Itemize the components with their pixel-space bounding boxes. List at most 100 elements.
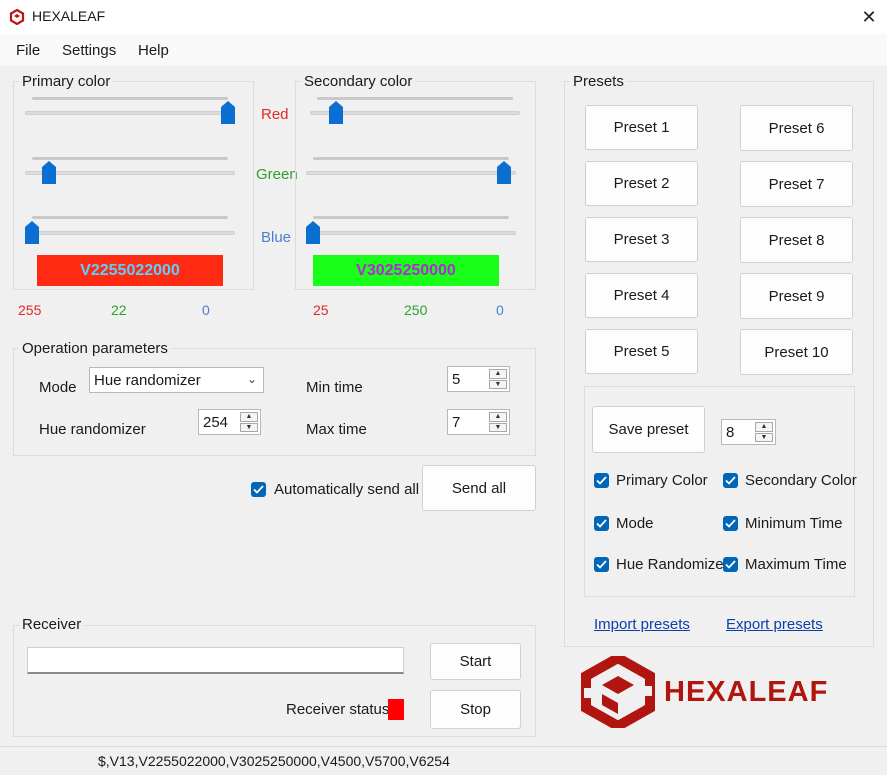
- maximum-time-checkbox[interactable]: [723, 557, 738, 572]
- red-label: Red: [261, 106, 289, 123]
- primary-green-value: 22: [111, 302, 127, 318]
- operation-parameters-title: Operation parameters: [19, 340, 171, 357]
- hue-randomizer-value: 254: [203, 413, 229, 431]
- primary-color-checkbox[interactable]: [594, 473, 609, 488]
- hue-randomizer-label: Hue randomizer: [39, 421, 146, 438]
- primary-green-tick: [32, 157, 228, 160]
- preset-1-button[interactable]: Preset 1: [585, 105, 698, 150]
- secondary-blue-tick: [313, 216, 509, 219]
- chevron-down-icon: ⌄: [246, 372, 257, 386]
- spin-down-icon[interactable]: ▼: [489, 379, 507, 389]
- hue-randomize-check-label: Hue Randomize: [616, 556, 724, 573]
- min-time-stepper[interactable]: 5 ▲ ▼: [447, 366, 510, 392]
- preset-7-button[interactable]: Preset 7: [740, 161, 853, 207]
- primary-blue-value: 0: [202, 302, 210, 318]
- green-label: Green: [256, 166, 298, 183]
- preset-3-button[interactable]: Preset 3: [585, 217, 698, 262]
- maximum-time-check-label: Maximum Time: [745, 556, 847, 573]
- mode-select-value: Hue randomizer: [94, 371, 201, 389]
- mode-checkbox[interactable]: [594, 516, 609, 531]
- start-button[interactable]: Start: [430, 643, 521, 680]
- auto-send-checkbox[interactable]: [251, 482, 266, 497]
- mode-label: Mode: [39, 379, 77, 396]
- secondary-color-checkbox[interactable]: [723, 473, 738, 488]
- primary-color-check-label: Primary Color: [616, 472, 708, 489]
- primary-red-slider[interactable]: [25, 111, 235, 115]
- primary-blue-thumb[interactable]: [25, 221, 39, 244]
- spin-up-icon[interactable]: ▲: [755, 422, 773, 432]
- primary-color-swatch: V2255022000: [37, 255, 223, 286]
- stop-button[interactable]: Stop: [430, 690, 521, 729]
- secondary-blue-value: 0: [496, 302, 504, 318]
- secondary-color-check-label: Secondary Color: [745, 472, 857, 489]
- primary-red-thumb[interactable]: [221, 101, 235, 124]
- receiver-title: Receiver: [19, 616, 85, 633]
- secondary-blue-thumb[interactable]: [306, 221, 320, 244]
- preset-4-button[interactable]: Preset 4: [585, 273, 698, 318]
- primary-green-slider[interactable]: [25, 171, 235, 175]
- min-time-label: Min time: [306, 379, 363, 396]
- max-time-stepper[interactable]: 7 ▲ ▼: [447, 409, 510, 435]
- secondary-color-swatch: V3025250000: [313, 255, 499, 286]
- preset-9-button[interactable]: Preset 9: [740, 273, 853, 319]
- window-title: HEXALEAF: [32, 8, 106, 24]
- primary-color-title: Primary color: [19, 73, 114, 90]
- receiver-status-label: Receiver status: [286, 701, 390, 718]
- max-time-value: 7: [452, 413, 461, 431]
- close-button[interactable]: ✕: [851, 0, 887, 34]
- send-all-button[interactable]: Send all: [422, 465, 536, 511]
- menu-settings[interactable]: Settings: [62, 42, 116, 59]
- menu-bar: [0, 34, 887, 66]
- spin-up-icon[interactable]: ▲: [240, 412, 258, 422]
- mode-check-label: Mode: [616, 515, 654, 532]
- spin-down-icon[interactable]: ▼: [240, 422, 258, 432]
- secondary-green-value: 250: [404, 302, 428, 318]
- menu-file[interactable]: File: [16, 42, 40, 59]
- primary-green-thumb[interactable]: [42, 161, 56, 184]
- preset-6-button[interactable]: Preset 6: [740, 105, 853, 151]
- secondary-red-tick: [317, 97, 513, 100]
- spin-down-icon[interactable]: ▼: [489, 422, 507, 432]
- minimum-time-check-label: Minimum Time: [745, 515, 843, 532]
- mode-select[interactable]: Hue randomizer ⌄: [89, 367, 264, 393]
- receiver-status-indicator: [388, 699, 404, 720]
- receiver-input[interactable]: [27, 647, 404, 674]
- save-slot-value: 8: [726, 423, 735, 441]
- preset-10-button[interactable]: Preset 10: [740, 329, 853, 375]
- spin-down-icon[interactable]: ▼: [755, 432, 773, 442]
- secondary-color-title: Secondary color: [301, 73, 416, 90]
- export-presets-link[interactable]: Export presets: [726, 616, 823, 633]
- primary-red-value: 255: [18, 302, 42, 318]
- max-time-label: Max time: [306, 421, 367, 438]
- status-bar-text: $,V13,V2255022000,V3025250000,V4500,V570…: [98, 753, 450, 769]
- hexaleaf-logo-text: HEXALEAF: [664, 676, 829, 708]
- preset-2-button[interactable]: Preset 2: [585, 161, 698, 206]
- primary-blue-slider[interactable]: [25, 231, 235, 235]
- secondary-red-thumb[interactable]: [329, 101, 343, 124]
- save-slot-stepper[interactable]: 8 ▲ ▼: [721, 419, 776, 445]
- primary-red-tick: [32, 97, 228, 100]
- secondary-blue-slider[interactable]: [306, 231, 516, 235]
- secondary-red-value: 25: [313, 302, 329, 318]
- secondary-green-tick: [313, 157, 509, 160]
- menu-help[interactable]: Help: [138, 42, 169, 59]
- preset-8-button[interactable]: Preset 8: [740, 217, 853, 263]
- import-presets-link[interactable]: Import presets: [594, 616, 690, 633]
- hue-randomize-checkbox[interactable]: [594, 557, 609, 572]
- hue-randomizer-stepper[interactable]: 254 ▲ ▼: [198, 409, 261, 435]
- secondary-green-slider[interactable]: [306, 171, 516, 175]
- spin-up-icon[interactable]: ▲: [489, 369, 507, 379]
- save-preset-button[interactable]: Save preset: [592, 406, 705, 453]
- preset-5-button[interactable]: Preset 5: [585, 329, 698, 374]
- secondary-green-thumb[interactable]: [497, 161, 511, 184]
- app-logo-icon: [9, 8, 25, 26]
- auto-send-label: Automatically send all: [274, 481, 420, 498]
- presets-title: Presets: [570, 73, 627, 90]
- min-time-value: 5: [452, 370, 461, 388]
- hexaleaf-logo-icon: [578, 652, 658, 732]
- minimum-time-checkbox[interactable]: [723, 516, 738, 531]
- blue-label: Blue: [261, 229, 292, 246]
- spin-up-icon[interactable]: ▲: [489, 412, 507, 422]
- title-bar: [0, 0, 887, 34]
- primary-blue-tick: [32, 216, 228, 219]
